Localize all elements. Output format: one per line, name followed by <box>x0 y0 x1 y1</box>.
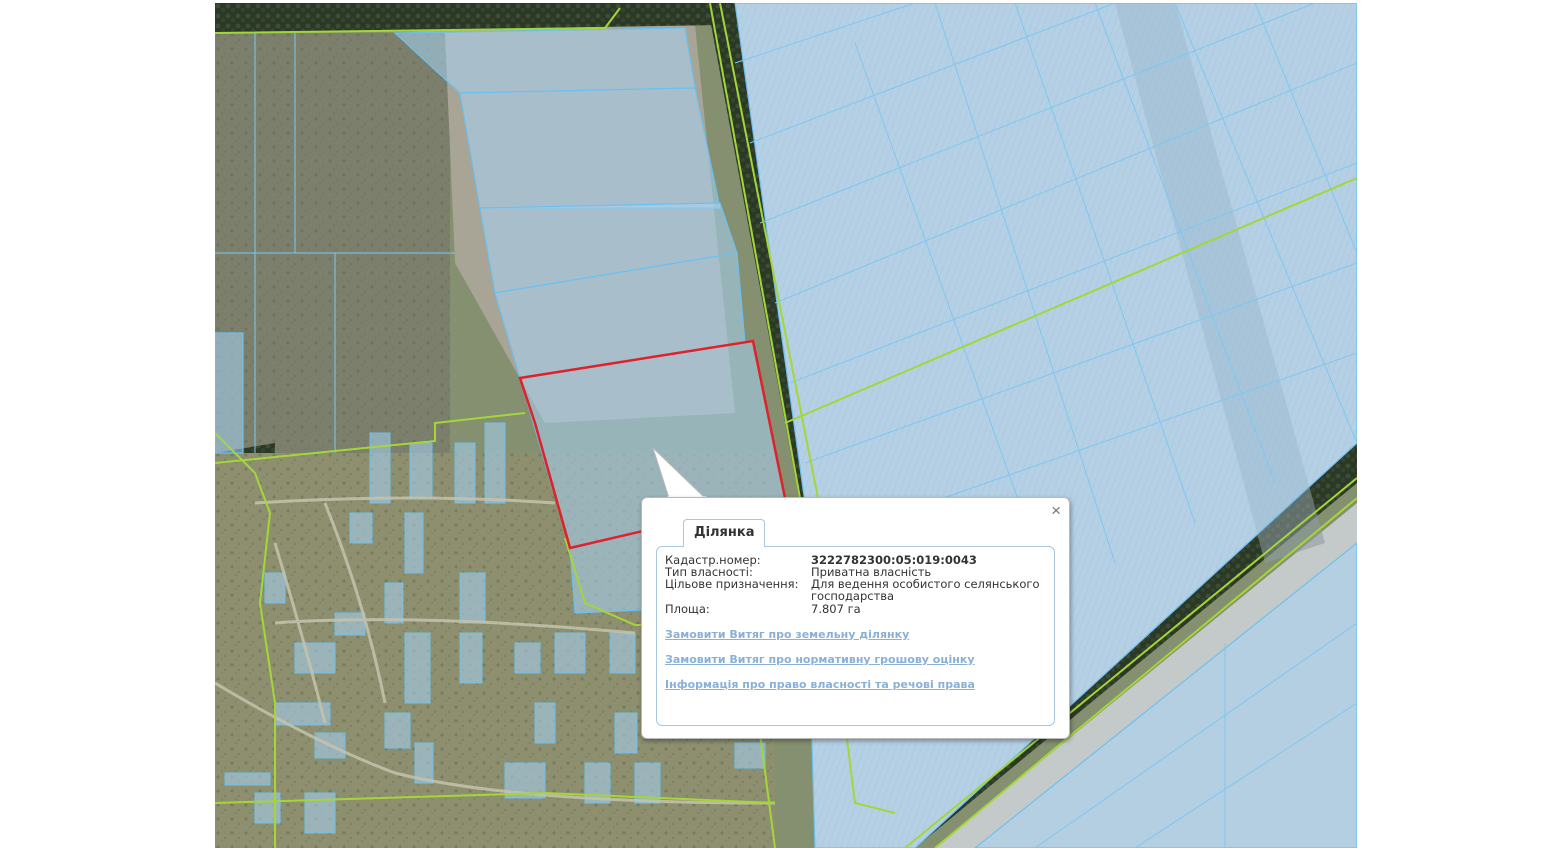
area-label: Площа: <box>665 602 710 616</box>
parcel-left-column[interactable] <box>215 332 244 454</box>
popup-pointer <box>652 448 707 500</box>
order-valuation-extract-link[interactable]: Замовити Витяг про нормативну грошову оц… <box>665 653 975 666</box>
order-parcel-extract-link[interactable]: Замовити Витяг про земельну ділянку <box>665 628 909 641</box>
purpose-label: Цільове призначення: <box>665 577 799 591</box>
purpose-value: Для ведення особистого селянського госпо… <box>811 577 1040 603</box>
close-icon[interactable]: × <box>1051 502 1061 520</box>
popup-body: Кадастр.номер: 3222782300:05:019:0043 Ти… <box>656 546 1055 726</box>
area-value: 7.807 га <box>811 602 861 616</box>
parcel-col-1[interactable] <box>459 87 721 209</box>
tab-parcel[interactable]: Ділянка <box>683 519 766 547</box>
ownership-rights-link[interactable]: Інформація про право власності та речові… <box>665 678 975 691</box>
parcel-info-popup: × Ділянка Кадастр.номер: 3222782300:05:0… <box>641 497 1070 739</box>
field-left-speckle <box>215 33 450 453</box>
